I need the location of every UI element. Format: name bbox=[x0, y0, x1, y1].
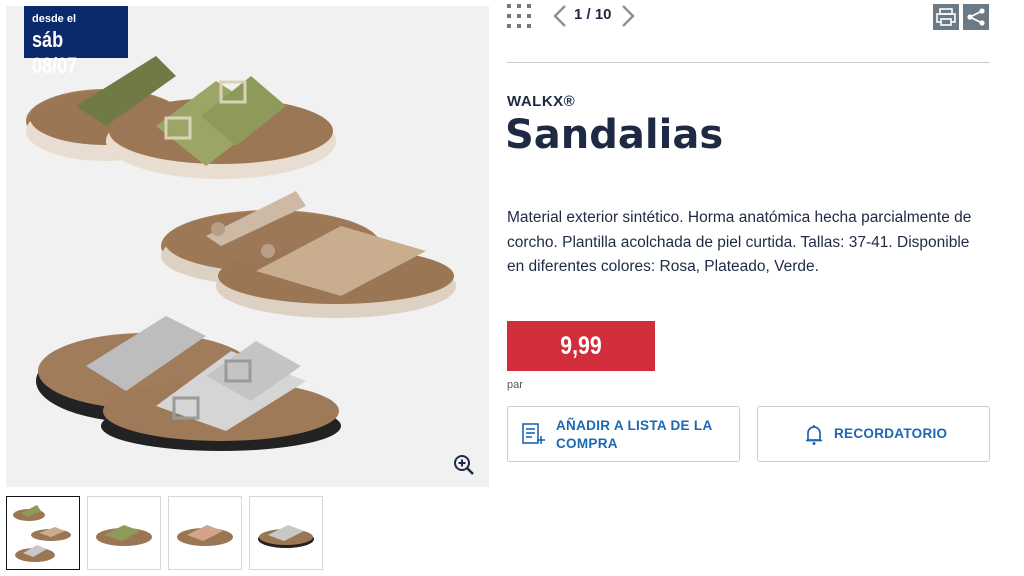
divider bbox=[507, 62, 990, 63]
list-add-icon bbox=[522, 423, 546, 448]
product-main-image[interactable]: desde el sáb 08/07 bbox=[6, 6, 489, 487]
price-value: 9,99 bbox=[560, 332, 602, 360]
thumbnail-3[interactable] bbox=[168, 496, 242, 570]
share-icon[interactable] bbox=[963, 4, 989, 30]
reminder-label: RECORDATORIO bbox=[834, 426, 948, 441]
reminder-button[interactable]: RECORDATORIO bbox=[757, 406, 990, 462]
thumbnail-2[interactable] bbox=[87, 496, 161, 570]
bell-icon bbox=[804, 424, 824, 449]
thumbnail-1[interactable] bbox=[6, 496, 80, 570]
price-unit: par bbox=[507, 379, 523, 391]
availability-badge: desde el sáb 08/07 bbox=[24, 6, 128, 78]
add-to-shopping-list-button[interactable]: AÑADIR A LISTA DE LA COMPRA bbox=[507, 406, 740, 462]
image-pager: 1 / 10 bbox=[574, 6, 612, 23]
chevron-left-icon[interactable] bbox=[551, 4, 571, 28]
badge-line2: sáb 08/07 bbox=[32, 27, 78, 78]
thumb-all-sandals-image bbox=[13, 505, 71, 562]
add-to-list-label: AÑADIR A LISTA DE LA COMPRA bbox=[556, 418, 712, 451]
grid-icon[interactable] bbox=[507, 4, 531, 28]
price-box: 9,99 bbox=[507, 321, 655, 371]
product-toolbar: 1 / 10 bbox=[507, 0, 990, 40]
badge-line1: desde el bbox=[32, 13, 77, 25]
thumb-silver-sandal-image bbox=[258, 525, 314, 548]
thumbnail-4[interactable] bbox=[249, 496, 323, 570]
rose-sandal bbox=[161, 191, 456, 318]
chevron-right-icon[interactable] bbox=[617, 4, 637, 28]
zoom-icon[interactable] bbox=[452, 453, 476, 477]
product-title: Sandalias bbox=[505, 112, 724, 158]
product-description: Material exterior sintético. Horma anató… bbox=[507, 209, 972, 275]
thumb-rose-sandal-image bbox=[177, 525, 233, 546]
print-icon[interactable] bbox=[933, 4, 959, 30]
product-brand: WALKX® bbox=[507, 93, 576, 110]
silver-sandal bbox=[36, 316, 341, 451]
thumb-green-sandal-image bbox=[96, 525, 152, 546]
